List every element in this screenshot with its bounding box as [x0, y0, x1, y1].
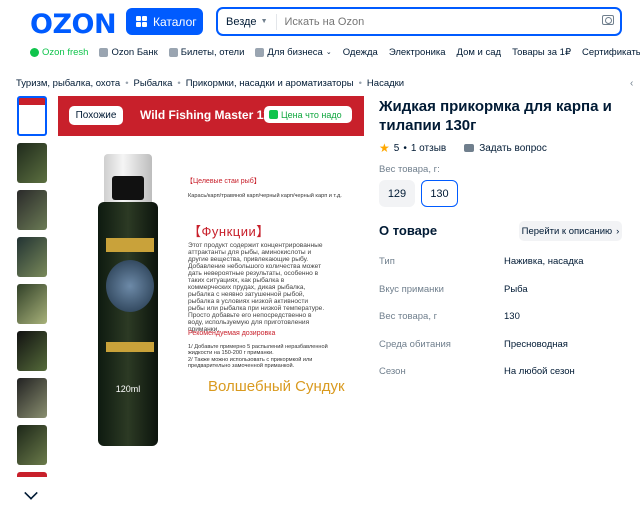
spec-row: Среда обитания Пресноводная	[379, 331, 629, 359]
search-input[interactable]	[284, 15, 605, 28]
catalog-button[interactable]: Каталог	[126, 8, 203, 35]
breadcrumb-separator: •	[358, 78, 362, 89]
bank-icon	[99, 47, 109, 57]
breadcrumb-separator: •	[125, 78, 129, 89]
top-nav: Ozon fresh Ozon Банк Билеты, отели Для б…	[0, 44, 640, 60]
nav-item-certificates[interactable]: Сертификаты	[582, 44, 640, 60]
spec-value: 130	[504, 311, 520, 323]
spec-key: Вес товара, г	[379, 311, 438, 323]
breadcrumb: Туризм, рыбалка, охота • Рыбалка • Прикорм…	[16, 78, 404, 89]
ask-question-button[interactable]: Задать вопрос	[464, 143, 547, 154]
weight-label: Вес товара, г:	[379, 164, 440, 175]
thumbnail[interactable]	[17, 378, 47, 418]
rating-separator: •	[403, 142, 407, 154]
nav-item-tickets[interactable]: Билеты, отели	[168, 44, 244, 60]
thumbnail[interactable]	[17, 96, 47, 136]
spec-row: Сезон На любой сезон	[379, 358, 629, 386]
goto-description-button[interactable]: Перейти к описанию ›	[519, 221, 622, 241]
spec-value: Наживка, насадка	[504, 256, 584, 268]
spec-row: Вес товара, г 130	[379, 303, 629, 331]
spec-value: На любой сезон	[504, 366, 575, 378]
spec-row: Тип Наживка, насадка	[379, 248, 629, 276]
search-scope-dropdown[interactable]: Везде ▼	[218, 13, 277, 30]
goto-description-label: Перейти к описанию	[521, 225, 613, 237]
plane-icon	[168, 47, 178, 57]
breadcrumb-item[interactable]: Насадки	[367, 78, 404, 89]
ozon-logo[interactable]: OZON	[30, 9, 117, 40]
bottle-label	[106, 238, 154, 252]
spec-value: Пресноводная	[504, 338, 568, 350]
rating-value: 5	[393, 142, 400, 154]
search-scope-label: Везде	[226, 15, 257, 28]
banner-title: Wild Fishing Master 120	[140, 108, 277, 122]
rating-row: ★ 5 • 1 отзыв Задать вопрос	[379, 141, 547, 155]
camera-search-icon[interactable]	[602, 15, 614, 25]
bottle-volume: 120ml	[115, 384, 141, 394]
functions-text: Этот продукт содержит концентрированные …	[188, 242, 325, 333]
nav-item-ozon-fresh[interactable]: Ozon fresh	[30, 44, 88, 60]
thumbnail[interactable]	[17, 472, 47, 484]
brand-sign: Волшебный Сундук	[208, 378, 345, 395]
nav-item-ozon-bank[interactable]: Ozon Банк	[99, 44, 158, 60]
briefcase-icon	[255, 47, 265, 57]
search-bar: Везде ▼	[216, 7, 622, 36]
spec-key: Среда обитания	[379, 338, 451, 350]
thumbnail[interactable]	[17, 237, 47, 277]
chat-icon	[464, 144, 475, 152]
chevron-down-icon: ▼	[260, 18, 268, 25]
product-image: Wild Fishing Master 120 Похожие Цена что…	[58, 96, 366, 501]
about-title: О товаре	[379, 223, 438, 238]
grid-icon	[136, 16, 147, 27]
spec-value: Рыба	[504, 283, 528, 295]
spec-row: Вкус приманки Рыба	[379, 276, 629, 304]
chevron-right-icon: ›	[616, 225, 620, 237]
leaf-icon	[30, 47, 39, 57]
breadcrumb-item[interactable]: Рыбалка	[134, 78, 173, 89]
nav-item-electronics[interactable]: Электроника	[389, 44, 446, 60]
share-icon[interactable]: ‹	[630, 78, 633, 89]
price-badge[interactable]: Цена что надо	[264, 106, 352, 123]
price-badge-label: Цена что надо	[281, 109, 342, 120]
breadcrumb-item[interactable]: Прикормки, насадки и ароматизаторы	[186, 78, 354, 89]
dosage-text: 1/ Добавьте примерно 5 распылений неразб…	[188, 344, 328, 369]
catalog-label: Каталог	[153, 14, 197, 29]
thumbnail[interactable]	[17, 284, 47, 324]
specs-list: Тип Наживка, насадка Вкус приманки Рыба Ве…	[379, 248, 629, 386]
functions-title: 【Функции】	[188, 224, 270, 239]
spec-key: Вкус приманки	[379, 283, 444, 295]
thumbnail[interactable]	[17, 143, 47, 183]
bottle-body: 120ml	[98, 202, 158, 446]
thumbs-up-icon	[269, 110, 278, 119]
reviews-link[interactable]: 1 отзыв	[411, 143, 446, 154]
thumbnail[interactable]	[17, 190, 47, 230]
ask-question-label: Задать вопрос	[479, 142, 547, 154]
breadcrumb-item[interactable]: Туризм, рыбалка, охота	[16, 78, 120, 89]
spec-key: Тип	[379, 256, 395, 268]
weight-option-selected[interactable]: 130	[421, 180, 458, 207]
spec-key: Сезон	[379, 366, 406, 378]
similar-button[interactable]: Похожие	[69, 106, 123, 125]
weight-option[interactable]: 129	[379, 180, 415, 207]
target-fish-list: Карась/карп/травяной карп/черный карп/че…	[188, 193, 342, 199]
thumbnail[interactable]	[17, 331, 47, 371]
nav-item-1rub[interactable]: Товары за 1₽	[512, 44, 571, 60]
bottle-illustration: 120ml	[96, 154, 160, 446]
product-title: Жидкая прикормка для карпа и тилапии 130…	[379, 98, 612, 134]
star-icon: ★	[379, 141, 390, 155]
nav-item-business[interactable]: Для бизнеса ⌄	[255, 44, 332, 60]
target-fish-title: 【Целевые стаи рыб】	[186, 178, 261, 185]
bottle-label-2	[106, 342, 154, 352]
thumbnail-strip	[17, 96, 51, 491]
fish-emblem	[106, 260, 154, 312]
thumbnail[interactable]	[17, 425, 47, 465]
nav-item-home-garden[interactable]: Дом и сад	[457, 44, 502, 60]
bottle-sprayer	[112, 176, 144, 200]
dosage-title: Рекомендуемая дозировка	[188, 330, 276, 337]
breadcrumb-separator: •	[177, 78, 181, 89]
nav-item-clothes[interactable]: Одежда	[343, 44, 378, 60]
